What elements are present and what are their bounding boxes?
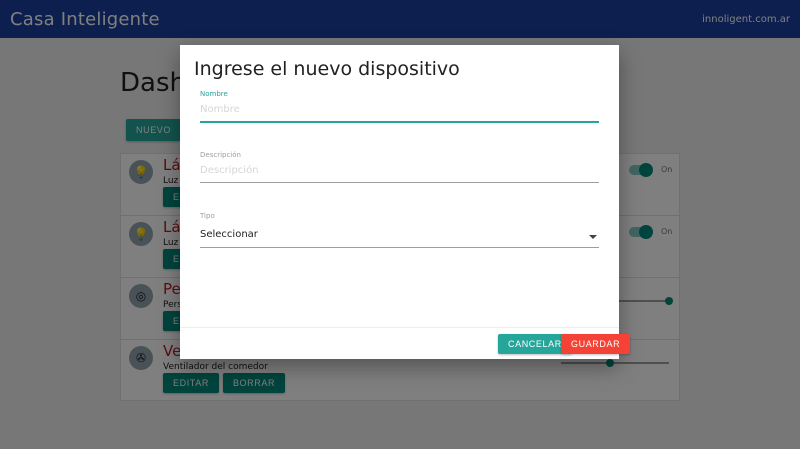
dialog-footer: CANCELAR GUARDAR	[180, 327, 631, 359]
tipo-select[interactable]: Seleccionar	[200, 220, 599, 248]
caret-down-icon	[589, 235, 597, 239]
nombre-label: Nombre	[200, 90, 228, 98]
dialog-title: Ingrese el nuevo dispositivo	[194, 58, 460, 80]
tipo-field: Tipo Seleccionar	[200, 212, 599, 248]
nombre-field: Nombre	[200, 90, 599, 122]
descripcion-label: Descripción	[200, 151, 241, 159]
descripcion-field: Descripción	[200, 151, 599, 183]
save-button[interactable]: GUARDAR	[561, 334, 631, 354]
nombre-input[interactable]	[200, 98, 599, 122]
tipo-selected-value: Seleccionar	[200, 229, 258, 240]
new-device-dialog: Ingrese el nuevo dispositivo Nombre Desc…	[180, 45, 631, 359]
tipo-label: Tipo	[200, 212, 215, 220]
descripcion-input[interactable]	[200, 159, 599, 183]
